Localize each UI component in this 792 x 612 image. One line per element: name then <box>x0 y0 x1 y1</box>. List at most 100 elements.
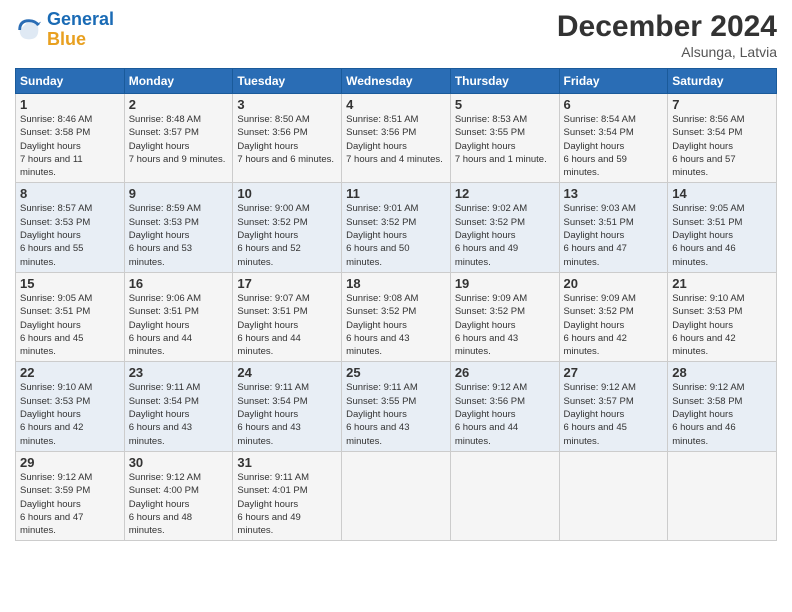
day-info: Sunrise: 8:59 AMSunset: 3:53 PMDaylight … <box>129 203 201 267</box>
header-monday: Monday <box>124 69 233 94</box>
day-number: 9 <box>129 186 229 201</box>
day-number: 23 <box>129 365 229 380</box>
day-number: 13 <box>564 186 664 201</box>
calendar-day-31: 31 Sunrise: 9:11 AMSunset: 4:01 PMDaylig… <box>233 451 342 540</box>
day-info: Sunrise: 8:50 AMSunset: 3:56 PMDaylight … <box>237 114 334 165</box>
calendar-week-5: 29 Sunrise: 9:12 AMSunset: 3:59 PMDaylig… <box>16 451 777 540</box>
empty-cell <box>559 451 668 540</box>
calendar-week-4: 22 Sunrise: 9:10 AMSunset: 3:53 PMDaylig… <box>16 362 777 451</box>
day-info: Sunrise: 9:00 AMSunset: 3:52 PMDaylight … <box>237 203 309 267</box>
header-sunday: Sunday <box>16 69 125 94</box>
day-info: Sunrise: 8:53 AMSunset: 3:55 PMDaylight … <box>455 114 547 165</box>
calendar-day-21: 21 Sunrise: 9:10 AMSunset: 3:53 PMDaylig… <box>668 272 777 361</box>
calendar-day-12: 12 Sunrise: 9:02 AMSunset: 3:52 PMDaylig… <box>450 183 559 272</box>
calendar-day-28: 28 Sunrise: 9:12 AMSunset: 3:58 PMDaylig… <box>668 362 777 451</box>
calendar-day-10: 10 Sunrise: 9:00 AMSunset: 3:52 PMDaylig… <box>233 183 342 272</box>
day-number: 5 <box>455 97 555 112</box>
header-tuesday: Tuesday <box>233 69 342 94</box>
day-number: 8 <box>20 186 120 201</box>
day-info: Sunrise: 9:07 AMSunset: 3:51 PMDaylight … <box>237 293 309 357</box>
calendar-day-22: 22 Sunrise: 9:10 AMSunset: 3:53 PMDaylig… <box>16 362 125 451</box>
title-block: December 2024 Alsunga, Latvia <box>557 10 777 60</box>
calendar-day-25: 25 Sunrise: 9:11 AMSunset: 3:55 PMDaylig… <box>342 362 451 451</box>
day-info: Sunrise: 9:11 AMSunset: 3:54 PMDaylight … <box>129 382 201 446</box>
day-number: 24 <box>237 365 337 380</box>
calendar-week-1: 1 Sunrise: 8:46 AMSunset: 3:58 PMDayligh… <box>16 94 777 183</box>
day-info: Sunrise: 9:11 AMSunset: 4:01 PMDaylight … <box>237 472 309 536</box>
empty-cell <box>342 451 451 540</box>
calendar-day-18: 18 Sunrise: 9:08 AMSunset: 3:52 PMDaylig… <box>342 272 451 361</box>
day-number: 7 <box>672 97 772 112</box>
day-info: Sunrise: 9:09 AMSunset: 3:52 PMDaylight … <box>564 293 636 357</box>
day-number: 26 <box>455 365 555 380</box>
calendar-table: Sunday Monday Tuesday Wednesday Thursday… <box>15 68 777 541</box>
day-info: Sunrise: 9:01 AMSunset: 3:52 PMDaylight … <box>346 203 418 267</box>
calendar-day-13: 13 Sunrise: 9:03 AMSunset: 3:51 PMDaylig… <box>559 183 668 272</box>
calendar-day-16: 16 Sunrise: 9:06 AMSunset: 3:51 PMDaylig… <box>124 272 233 361</box>
calendar-day-4: 4 Sunrise: 8:51 AMSunset: 3:56 PMDayligh… <box>342 94 451 183</box>
calendar-week-2: 8 Sunrise: 8:57 AMSunset: 3:53 PMDayligh… <box>16 183 777 272</box>
weekday-header-row: Sunday Monday Tuesday Wednesday Thursday… <box>16 69 777 94</box>
day-number: 16 <box>129 276 229 291</box>
day-info: Sunrise: 9:08 AMSunset: 3:52 PMDaylight … <box>346 293 418 357</box>
day-info: Sunrise: 9:10 AMSunset: 3:53 PMDaylight … <box>672 293 744 357</box>
calendar-day-23: 23 Sunrise: 9:11 AMSunset: 3:54 PMDaylig… <box>124 362 233 451</box>
day-number: 27 <box>564 365 664 380</box>
day-info: Sunrise: 9:03 AMSunset: 3:51 PMDaylight … <box>564 203 636 267</box>
day-info: Sunrise: 9:12 AMSunset: 3:59 PMDaylight … <box>20 472 92 536</box>
header-friday: Friday <box>559 69 668 94</box>
logo: GeneralBlue <box>15 10 114 50</box>
header-wednesday: Wednesday <box>342 69 451 94</box>
day-number: 2 <box>129 97 229 112</box>
page-container: GeneralBlue December 2024 Alsunga, Latvi… <box>0 0 792 551</box>
day-number: 6 <box>564 97 664 112</box>
day-info: Sunrise: 9:12 AMSunset: 3:58 PMDaylight … <box>672 382 744 446</box>
day-info: Sunrise: 9:12 AMSunset: 3:56 PMDaylight … <box>455 382 527 446</box>
day-info: Sunrise: 9:11 AMSunset: 3:54 PMDaylight … <box>237 382 309 446</box>
empty-cell <box>450 451 559 540</box>
day-info: Sunrise: 9:09 AMSunset: 3:52 PMDaylight … <box>455 293 527 357</box>
location: Alsunga, Latvia <box>557 44 777 60</box>
calendar-day-17: 17 Sunrise: 9:07 AMSunset: 3:51 PMDaylig… <box>233 272 342 361</box>
calendar-day-9: 9 Sunrise: 8:59 AMSunset: 3:53 PMDayligh… <box>124 183 233 272</box>
day-info: Sunrise: 9:05 AMSunset: 3:51 PMDaylight … <box>20 293 92 357</box>
calendar-day-27: 27 Sunrise: 9:12 AMSunset: 3:57 PMDaylig… <box>559 362 668 451</box>
day-info: Sunrise: 9:12 AMSunset: 4:00 PMDaylight … <box>129 472 201 536</box>
day-number: 18 <box>346 276 446 291</box>
day-number: 12 <box>455 186 555 201</box>
day-number: 31 <box>237 455 337 470</box>
day-number: 4 <box>346 97 446 112</box>
calendar-day-26: 26 Sunrise: 9:12 AMSunset: 3:56 PMDaylig… <box>450 362 559 451</box>
calendar-week-3: 15 Sunrise: 9:05 AMSunset: 3:51 PMDaylig… <box>16 272 777 361</box>
day-number: 22 <box>20 365 120 380</box>
calendar-day-2: 2 Sunrise: 8:48 AMSunset: 3:57 PMDayligh… <box>124 94 233 183</box>
calendar-day-19: 19 Sunrise: 9:09 AMSunset: 3:52 PMDaylig… <box>450 272 559 361</box>
day-info: Sunrise: 9:10 AMSunset: 3:53 PMDaylight … <box>20 382 92 446</box>
calendar-day-30: 30 Sunrise: 9:12 AMSunset: 4:00 PMDaylig… <box>124 451 233 540</box>
logo-text: GeneralBlue <box>47 10 114 50</box>
day-number: 11 <box>346 186 446 201</box>
calendar-day-8: 8 Sunrise: 8:57 AMSunset: 3:53 PMDayligh… <box>16 183 125 272</box>
day-number: 19 <box>455 276 555 291</box>
page-header: GeneralBlue December 2024 Alsunga, Latvi… <box>15 10 777 60</box>
day-number: 15 <box>20 276 120 291</box>
month-title: December 2024 <box>557 10 777 44</box>
day-info: Sunrise: 9:12 AMSunset: 3:57 PMDaylight … <box>564 382 636 446</box>
day-number: 29 <box>20 455 120 470</box>
day-number: 30 <box>129 455 229 470</box>
day-info: Sunrise: 9:05 AMSunset: 3:51 PMDaylight … <box>672 203 744 267</box>
day-number: 17 <box>237 276 337 291</box>
calendar-body: 1 Sunrise: 8:46 AMSunset: 3:58 PMDayligh… <box>16 94 777 541</box>
logo-icon <box>15 16 43 44</box>
day-info: Sunrise: 8:46 AMSunset: 3:58 PMDaylight … <box>20 114 92 178</box>
day-info: Sunrise: 8:51 AMSunset: 3:56 PMDaylight … <box>346 114 443 165</box>
day-number: 14 <box>672 186 772 201</box>
day-info: Sunrise: 9:06 AMSunset: 3:51 PMDaylight … <box>129 293 201 357</box>
day-info: Sunrise: 8:48 AMSunset: 3:57 PMDaylight … <box>129 114 226 165</box>
calendar-day-3: 3 Sunrise: 8:50 AMSunset: 3:56 PMDayligh… <box>233 94 342 183</box>
calendar-day-29: 29 Sunrise: 9:12 AMSunset: 3:59 PMDaylig… <box>16 451 125 540</box>
calendar-day-6: 6 Sunrise: 8:54 AMSunset: 3:54 PMDayligh… <box>559 94 668 183</box>
calendar-day-24: 24 Sunrise: 9:11 AMSunset: 3:54 PMDaylig… <box>233 362 342 451</box>
calendar-day-7: 7 Sunrise: 8:56 AMSunset: 3:54 PMDayligh… <box>668 94 777 183</box>
calendar-day-1: 1 Sunrise: 8:46 AMSunset: 3:58 PMDayligh… <box>16 94 125 183</box>
